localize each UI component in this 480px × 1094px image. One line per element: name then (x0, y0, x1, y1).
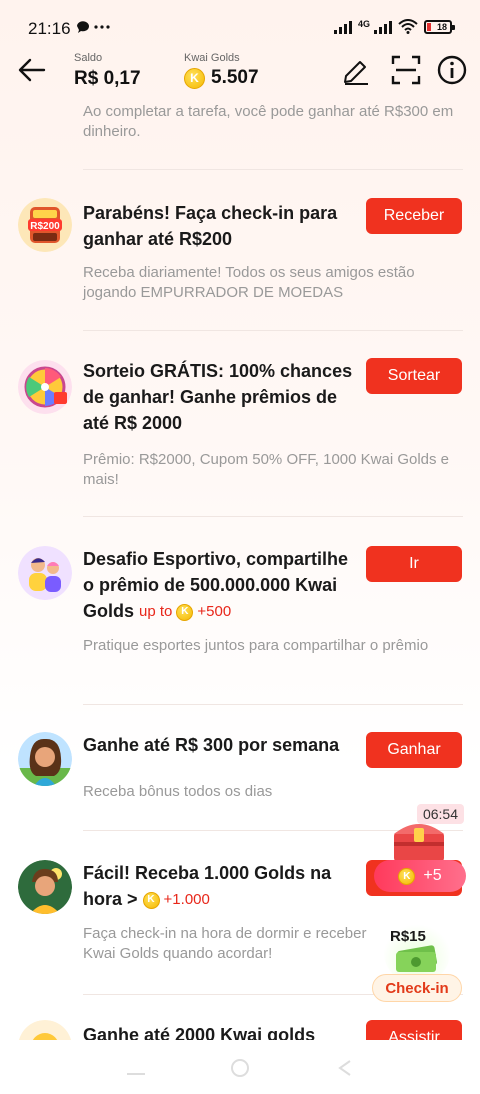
task-title: Fácil! Receba 1.000 Golds na hora > K +1… (83, 860, 353, 913)
signal-icon-2 (374, 20, 392, 34)
checkin-label: Check-in (372, 974, 462, 1002)
back-icon[interactable] (334, 1058, 358, 1078)
status-bar: 21:16 4G 18 (0, 0, 480, 44)
battery-level: 18 (436, 21, 447, 32)
task-title: Desafio Esportivo, compartilhe o prêmio … (83, 546, 353, 625)
treasure-chest-widget[interactable]: 06:54 K +5 (372, 804, 468, 900)
status-icons: 4G 18 (333, 19, 455, 34)
network-type: 4G (357, 19, 370, 29)
wifi-icon (398, 19, 418, 34)
info-icon[interactable] (436, 54, 468, 86)
divider (83, 704, 463, 705)
thumb-label: R$200 (30, 221, 60, 232)
reward-amount: +1.000 (163, 891, 210, 909)
divider (83, 169, 463, 170)
assistir-button[interactable]: Assistir (366, 1020, 462, 1040)
receber-button[interactable]: Receber (366, 198, 462, 234)
kwai-coin-icon: K (184, 67, 205, 89)
chest-reward-pill: K +5 (374, 860, 466, 892)
battery-icon: 18 (424, 19, 455, 34)
kwai-coin-icon: K (398, 867, 416, 885)
divider (83, 516, 463, 517)
saldo-value: R$ 0,17 (74, 68, 141, 89)
chest-reward: +5 (423, 867, 442, 884)
boy-avatar-thumbnail (18, 860, 72, 914)
clock: 21:16 (28, 19, 71, 38)
edit-icon[interactable] (340, 54, 372, 86)
saldo-label: Saldo (74, 52, 103, 64)
reward-prefix: up to (139, 603, 173, 621)
money-machine-thumbnail: R$200 (18, 198, 72, 252)
back-arrow-icon[interactable] (16, 54, 48, 86)
app-header: Saldo R$ 0,17 Kwai Golds K 5.507 (0, 44, 480, 96)
chat-bubble-icon (77, 21, 110, 33)
task-title: Sorteio GRÁTIS: 100% chances de ganhar! … (83, 361, 353, 433)
treasure-chest-icon (394, 824, 444, 862)
task-description: Ao completar a tarefa, você pode ganhar … (83, 103, 454, 140)
checkin-widget[interactable]: R$15 Check-in (372, 920, 462, 1002)
system-nav-bar (0, 1040, 480, 1094)
golds-label: Kwai Golds (184, 52, 240, 64)
home-icon[interactable] (228, 1058, 252, 1078)
reward-badge: K +1.000 (142, 887, 210, 913)
menu-icon[interactable] (124, 1058, 148, 1078)
golds-thumbnail (18, 1020, 72, 1040)
kwai-coin-icon: K (142, 891, 160, 909)
task-description: Prêmio: R$2000, Cupom 50% OFF, 1000 Kwai… (83, 451, 450, 488)
sortear-button[interactable]: Sortear (366, 358, 462, 394)
task-description: Receba diariamente! Todos os seus amigos… (83, 264, 415, 301)
golds-block[interactable]: Kwai Golds K 5.507 (184, 52, 259, 89)
reward-amount: +500 (197, 603, 232, 621)
checkin-amount: R$15 (390, 928, 426, 945)
task-title: Parabéns! Faça check-in para ganhar até … (83, 203, 338, 249)
ir-button[interactable]: Ir (366, 546, 462, 582)
sports-people-thumbnail (18, 546, 72, 600)
task-title: Ganhe até R$ 300 por semana (83, 735, 340, 755)
prize-wheel-thumbnail (18, 360, 72, 414)
divider (83, 330, 463, 331)
saldo-block[interactable]: Saldo R$ 0,17 (74, 52, 141, 90)
task-description: Pratique esportes juntos para compartilh… (83, 637, 429, 654)
task-description: Receba bônus todos os dias (83, 783, 273, 800)
kwai-coin-icon: K (176, 603, 194, 621)
golds-value: 5.507 (211, 67, 259, 88)
scan-icon[interactable] (390, 54, 422, 86)
task-title: Ganhe até 2000 Kwai golds (83, 1025, 316, 1040)
ganhar-button[interactable]: Ganhar (366, 732, 462, 768)
notification-icons (76, 20, 116, 37)
task-description: Faça check-in na hora de dormir e recebe… (83, 925, 367, 962)
girl-avatar-thumbnail (18, 732, 72, 786)
reward-badge: up to K +500 (139, 599, 231, 625)
signal-icon (333, 20, 352, 34)
